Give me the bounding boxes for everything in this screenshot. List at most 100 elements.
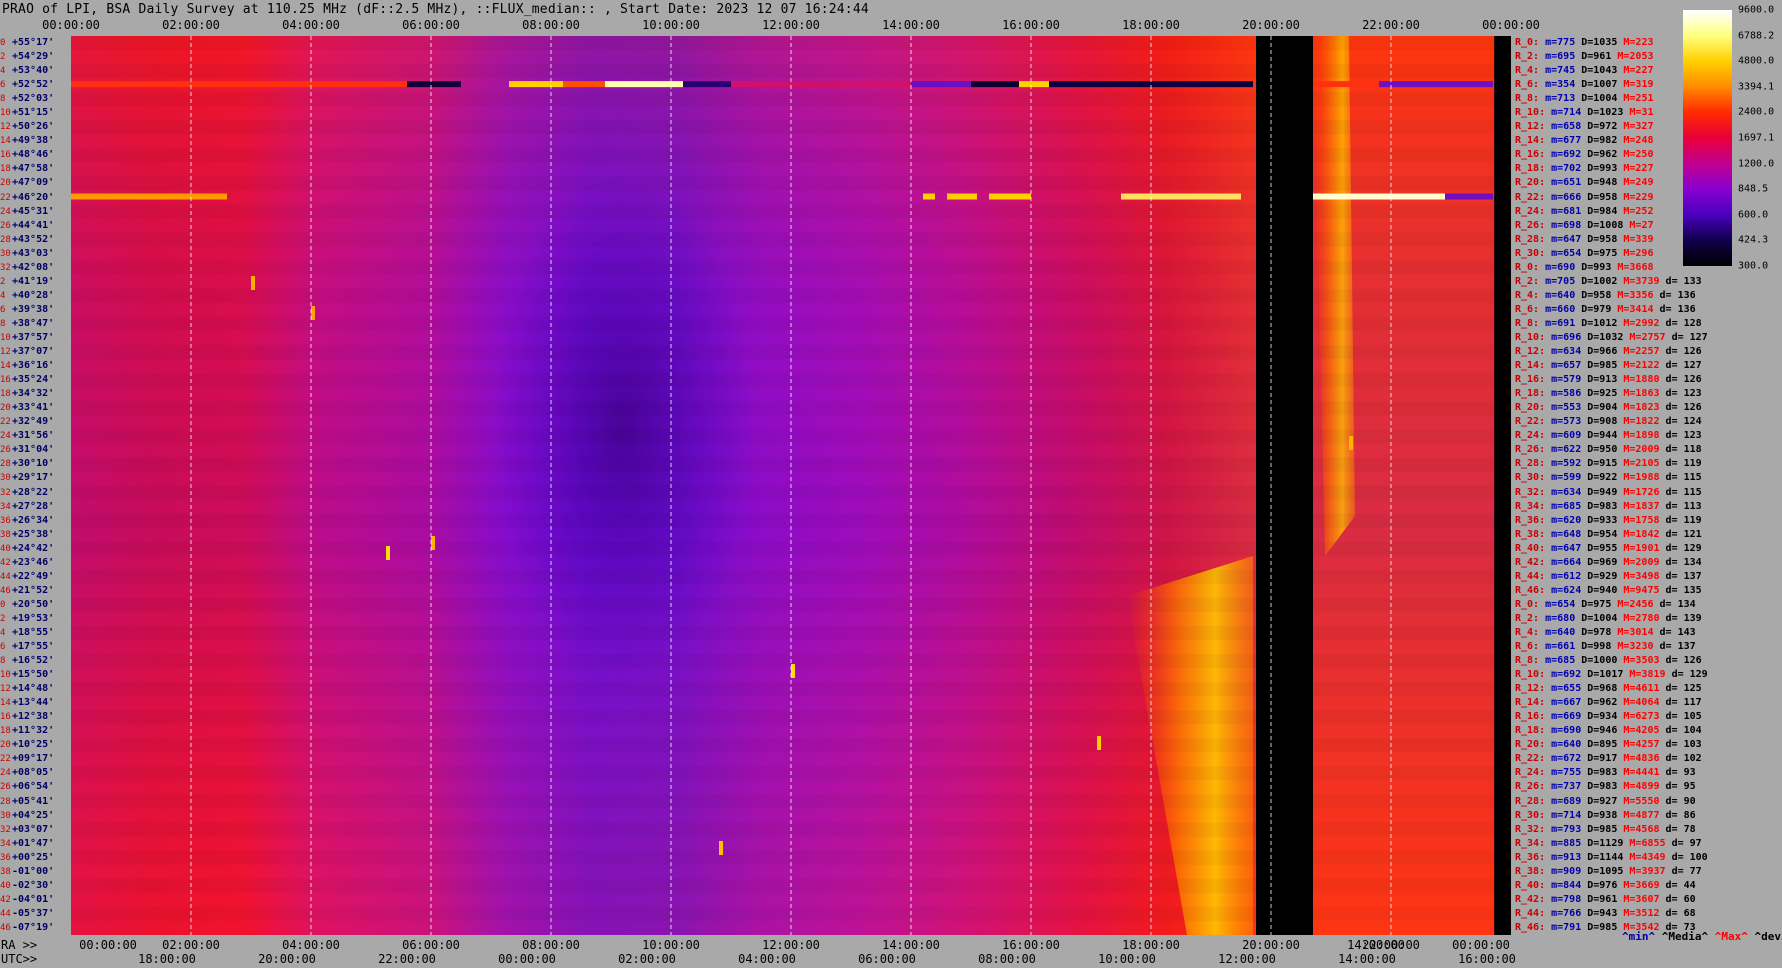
stat-M: M=2757: [1629, 331, 1672, 343]
declination-label: 30+04°25': [0, 810, 54, 821]
top-tick-label: 06:00:00: [402, 18, 460, 32]
row-declination: +54°29': [12, 51, 55, 63]
row-index: 32: [0, 824, 11, 835]
interference-row: [407, 81, 461, 88]
stat-r: R_38:: [1515, 528, 1552, 540]
stat-m: m=651: [1551, 177, 1588, 189]
stat-r: R_2:: [1515, 51, 1546, 63]
stat-m: m=599: [1551, 472, 1588, 484]
stat-m: m=657: [1551, 360, 1588, 372]
stat-D: D=954: [1587, 528, 1624, 540]
utc-tick-label: 14:00:00: [1338, 952, 1396, 966]
row-index: 22: [0, 417, 11, 428]
stat-m: m=766: [1551, 907, 1588, 919]
stat-r: R_12:: [1515, 683, 1552, 695]
row-stat: R_34: m=885 D=1129 M=6855 d= 97: [1515, 838, 1702, 849]
ra-tick-label: 02:00:00: [162, 938, 220, 952]
stats-legend: ^min^ ^Media^ ^Max^ ^devia^: [1622, 930, 1782, 943]
stat-D: D=972: [1587, 121, 1624, 133]
stat-D: D=982: [1587, 135, 1624, 147]
declination-label: 26+06°54': [0, 782, 54, 793]
stat-M: M=3607: [1623, 893, 1666, 905]
declination-label: 10+51°15': [0, 107, 55, 119]
colorbar-gradient: [1683, 10, 1732, 266]
interference-row: [971, 81, 1019, 88]
stat-d: d= 134: [1659, 598, 1696, 610]
stat-m: m=672: [1551, 753, 1588, 765]
utc-tick-label: 04:00:00: [738, 952, 796, 966]
stat-d: d= 113: [1665, 500, 1702, 512]
stat-m: m=696: [1551, 331, 1588, 343]
row-declination: +51°15': [12, 107, 55, 119]
declination-label: 16+12°38': [0, 712, 54, 723]
stat-D: D=1004: [1581, 612, 1624, 624]
declination-label: 42-04°01': [0, 894, 54, 905]
row-stat: R_12: m=655 D=968 M=4611 d= 125: [1515, 684, 1702, 694]
stat-M: M=1837: [1623, 500, 1666, 512]
declination-label: 18+34°32': [0, 389, 54, 400]
declination-label: 32+42°08': [0, 262, 54, 273]
declination-label: 18+47°58': [0, 164, 54, 175]
stat-M: M=1863: [1623, 388, 1666, 400]
declination-label: 20+33°41': [0, 403, 54, 414]
stat-r: R_46:: [1515, 584, 1552, 596]
stat-D: D=929: [1587, 570, 1624, 582]
stat-M: M=4899: [1623, 781, 1666, 793]
row-stat: R_30: m=599 D=922 M=1988 d= 115: [1515, 473, 1702, 483]
stat-d: d= 100: [1671, 851, 1708, 863]
colorbar-tick-label: 1697.1: [1738, 132, 1775, 144]
stat-D: D=1017: [1587, 669, 1630, 681]
declination-label: 12+14°48': [0, 684, 54, 695]
stat-D: D=933: [1587, 514, 1624, 526]
row-declination: +27°28': [12, 500, 55, 512]
row-index: 18: [0, 389, 11, 400]
stat-d: d= 137: [1659, 641, 1696, 653]
stat-D: D=961: [1581, 51, 1618, 63]
row-declination: +44°41': [12, 219, 55, 231]
stat-D: D=940: [1587, 584, 1624, 596]
declination-label: 8 +16°52': [0, 656, 54, 667]
stat-r: R_2:: [1515, 612, 1546, 624]
row-stat: R_6: m=354 D=1007 M=319: [1515, 80, 1654, 90]
interference-row: [1313, 81, 1379, 88]
row-index: 20: [0, 403, 11, 414]
stat-M: M=1726: [1623, 486, 1666, 498]
stat-D: D=976: [1587, 879, 1624, 891]
stat-M: M=1842: [1623, 528, 1666, 540]
row-stat: R_0: m=690 D=993 M=3668: [1515, 262, 1653, 273]
stat-M: M=2009: [1623, 444, 1666, 456]
stat-r: R_40:: [1515, 879, 1552, 891]
stat-d: d= 93: [1665, 767, 1696, 779]
row-index: 8: [0, 94, 6, 105]
stat-d: d= 78: [1665, 823, 1696, 835]
stat-D: D=958: [1587, 191, 1624, 203]
row-declination: +19°53': [12, 612, 55, 624]
interference-row: [1313, 193, 1445, 200]
top-tick-label: 00:00:00: [1482, 18, 1540, 32]
row-stat: R_10: m=714 D=1023 M=31: [1515, 108, 1654, 118]
stat-m: m=654: [1551, 247, 1588, 259]
ra-tick-label: 08:00:00: [522, 938, 580, 952]
row-stat: R_28: m=647 D=958 M=339: [1515, 234, 1653, 245]
row-index: 10: [0, 332, 11, 343]
row-index: 18: [0, 164, 11, 175]
stat-D: D=934: [1587, 711, 1624, 723]
stat-m: m=702: [1551, 163, 1588, 175]
declination-label: 34+01°47': [0, 837, 55, 849]
row-declination: +24°42': [12, 542, 55, 554]
row-declination: +22°49': [12, 570, 55, 582]
row-declination: +38°47': [12, 317, 55, 329]
stat-r: R_4:: [1515, 626, 1546, 638]
row-stat: R_36: m=913 D=1144 M=4349 d= 100: [1515, 851, 1708, 863]
stat-m: m=775: [1545, 37, 1582, 48]
row-index: 30: [0, 473, 11, 484]
row-declination: +01°47': [12, 837, 55, 849]
stat-d: d= 121: [1665, 528, 1702, 540]
stat-M: M=4836: [1623, 753, 1666, 765]
row-declination: +15°50': [12, 669, 55, 681]
stat-d: d= 119: [1665, 514, 1702, 526]
stat-m: m=647: [1551, 542, 1588, 554]
flux-heatmap[interactable]: [71, 36, 1511, 935]
utc-tick-label: 22:00:00: [378, 952, 436, 966]
colorbar-tick-label: 6788.2: [1738, 30, 1775, 42]
